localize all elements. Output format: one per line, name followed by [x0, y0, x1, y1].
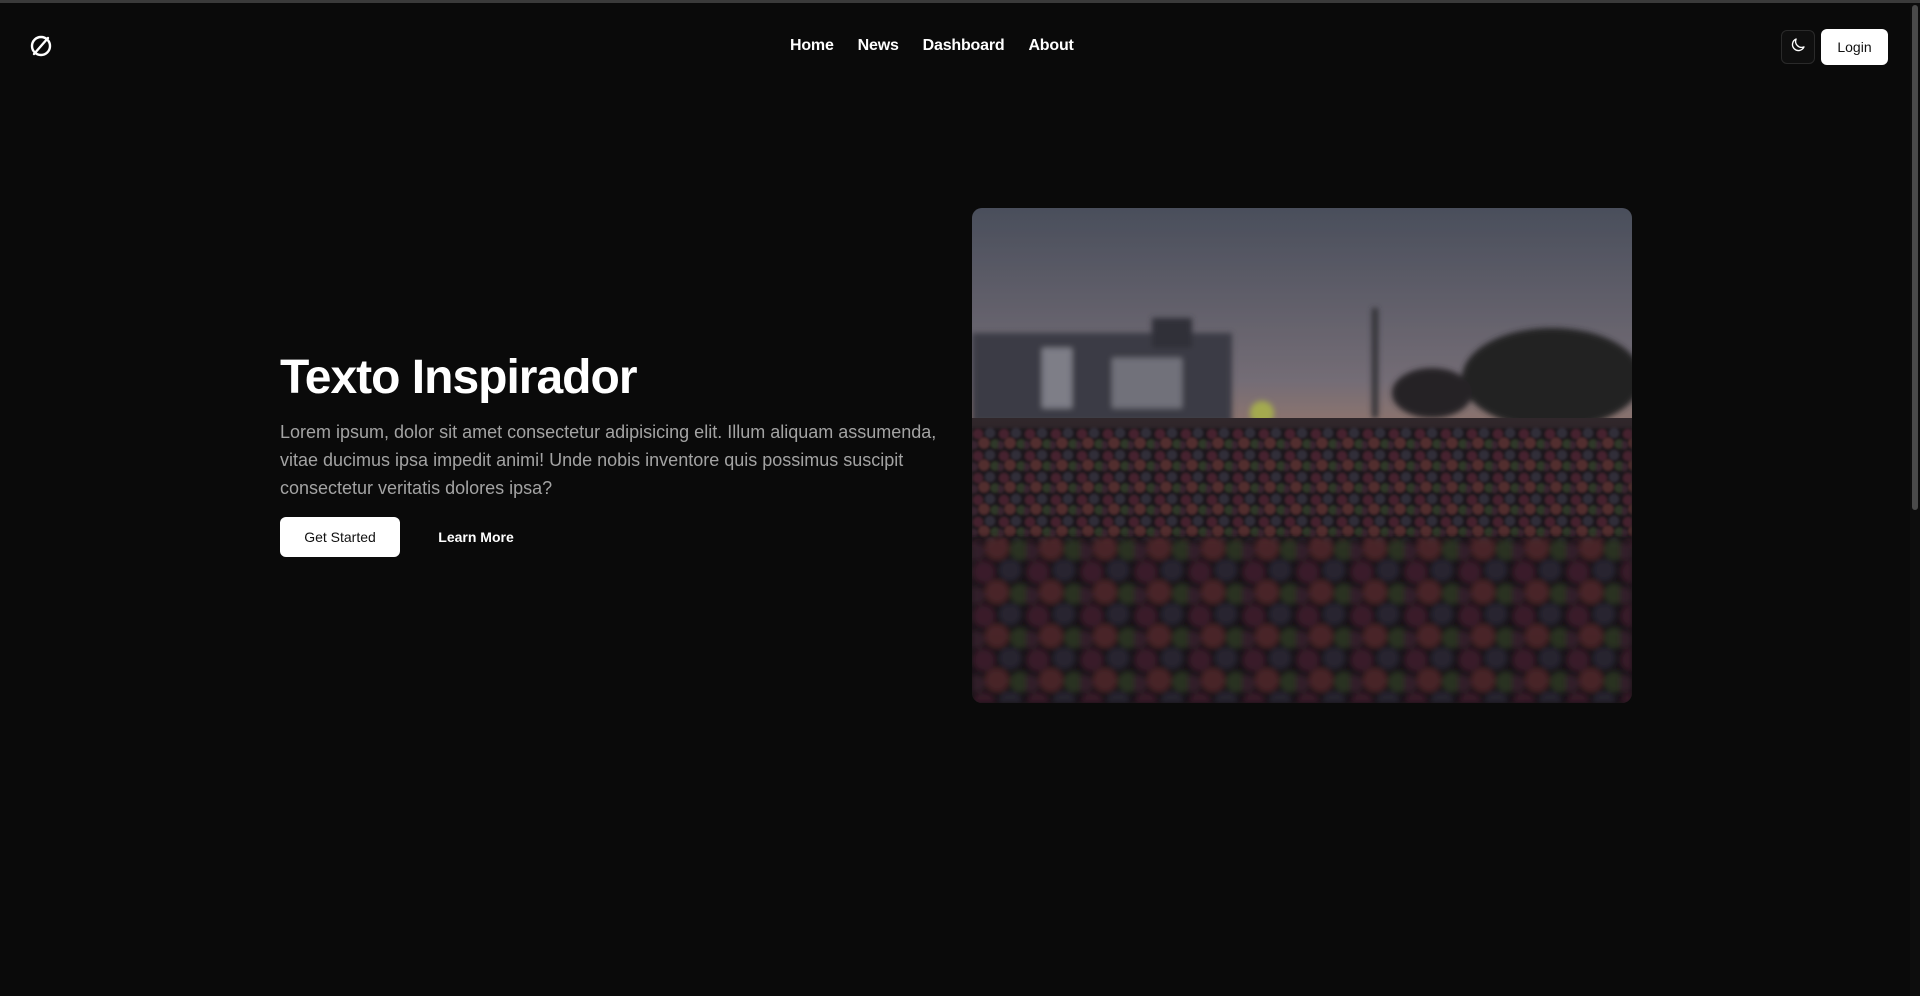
- hero-title: Texto Inspirador: [280, 351, 637, 404]
- nav-link-news[interactable]: News: [858, 37, 899, 55]
- nav-link-home[interactable]: Home: [790, 37, 834, 55]
- login-button[interactable]: Login: [1821, 29, 1888, 65]
- moon-icon: [1789, 36, 1807, 59]
- navbar: Home News Dashboard About Login: [0, 3, 1920, 91]
- theme-toggle-button[interactable]: [1781, 30, 1815, 64]
- learn-more-button[interactable]: Learn More: [425, 517, 527, 557]
- get-started-button[interactable]: Get Started: [280, 517, 400, 557]
- scrollbar-thumb[interactable]: [1912, 5, 1918, 510]
- logo-icon[interactable]: [28, 33, 54, 59]
- hero-image: [972, 208, 1632, 703]
- nav-link-dashboard[interactable]: Dashboard: [923, 37, 1005, 55]
- nav-link-about[interactable]: About: [1028, 37, 1073, 55]
- hero-description: Lorem ipsum, dolor sit amet consectetur …: [280, 422, 937, 498]
- main-nav: Home News Dashboard About: [790, 37, 1074, 55]
